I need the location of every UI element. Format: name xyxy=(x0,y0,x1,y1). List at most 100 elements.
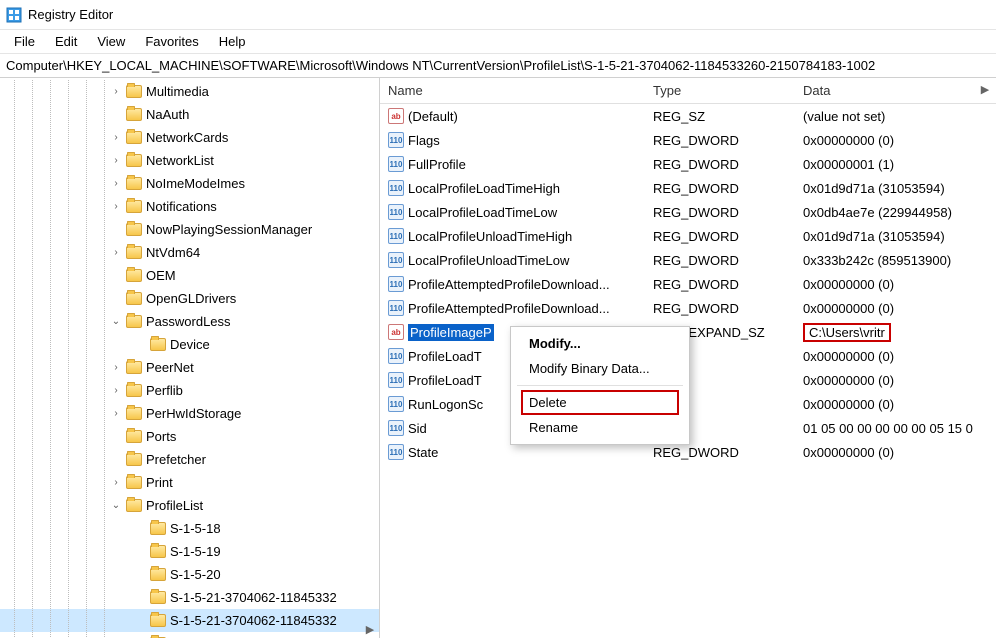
tree-item[interactable]: ·S-1-5-21-3704062-11845332 xyxy=(0,609,379,632)
values-pane[interactable]: Name Type Data ▶ ab(Default)REG_SZ(value… xyxy=(380,78,996,638)
folder-icon xyxy=(126,476,142,489)
tree-item[interactable]: ›NtVdm64 xyxy=(0,241,379,264)
folder-icon xyxy=(150,591,166,604)
tree-item[interactable]: ·NaAuth xyxy=(0,103,379,126)
tree-item[interactable]: ·OpenGLDrivers xyxy=(0,287,379,310)
chevron-right-icon[interactable]: › xyxy=(110,86,122,97)
value-type: REG_DWORD xyxy=(645,445,795,460)
binary-value-icon: 110 xyxy=(388,228,404,244)
chevron-right-icon[interactable]: › xyxy=(110,155,122,166)
tree-item[interactable]: ›Perflib xyxy=(0,379,379,402)
chevron-right-icon[interactable]: · xyxy=(134,615,146,626)
content-area: ›Multimedia·NaAuth›NetworkCards›NetworkL… xyxy=(0,78,996,638)
chevron-right-icon[interactable]: · xyxy=(110,431,122,442)
context-menu-item[interactable]: Rename xyxy=(511,415,689,440)
value-row[interactable]: 110FlagsREG_DWORD0x00000000 (0) xyxy=(380,128,996,152)
tree-item[interactable]: ⌄ProfileList xyxy=(0,494,379,517)
binary-value-icon: 110 xyxy=(388,132,404,148)
menu-help[interactable]: Help xyxy=(209,32,256,51)
value-name: ProfileAttemptedProfileDownload... xyxy=(408,277,610,292)
col-data[interactable]: Data xyxy=(795,83,996,98)
value-data: 0x01d9d71a (31053594) xyxy=(795,181,996,196)
chevron-right-icon[interactable]: · xyxy=(110,109,122,120)
tree-item[interactable]: ›Print xyxy=(0,471,379,494)
tree-item-label: S-1-5-19 xyxy=(170,544,229,559)
tree-item[interactable]: ·S-1-5-21-3704062-11845332 xyxy=(0,632,379,638)
tree-item[interactable]: ·S-1-5-20 xyxy=(0,563,379,586)
value-data: 0x333b242c (859513900) xyxy=(795,253,996,268)
folder-icon xyxy=(150,637,166,638)
value-type: REG_DWORD xyxy=(645,277,795,292)
tree-item[interactable]: ›PerHwIdStorage xyxy=(0,402,379,425)
binary-value-icon: 110 xyxy=(388,348,404,364)
value-row[interactable]: 110LocalProfileLoadTimeHighREG_DWORD0x01… xyxy=(380,176,996,200)
tree-item[interactable]: › Notifications xyxy=(0,195,379,218)
menu-file[interactable]: File xyxy=(4,32,45,51)
value-row[interactable]: 110LocalProfileUnloadTimeHighREG_DWORD0x… xyxy=(380,224,996,248)
tree-item[interactable]: ·OEM xyxy=(0,264,379,287)
col-type[interactable]: Type xyxy=(645,83,795,98)
tree-item[interactable]: ·S-1-5-18 xyxy=(0,517,379,540)
chevron-right-icon[interactable]: · xyxy=(110,224,122,235)
folder-icon xyxy=(150,522,166,535)
tree-item[interactable]: › PeerNet xyxy=(0,356,379,379)
col-name[interactable]: Name xyxy=(380,83,645,98)
tree-item[interactable]: ·S-1-5-21-3704062-11845332 xyxy=(0,586,379,609)
tree-item-label: PasswordLess xyxy=(146,314,239,329)
tree-scroll-right[interactable]: ▶ xyxy=(363,622,377,636)
tree-item-label: PeerNet xyxy=(146,360,202,375)
chevron-right-icon[interactable]: › xyxy=(110,362,122,373)
binary-value-icon: 110 xyxy=(388,156,404,172)
chevron-right-icon[interactable]: › xyxy=(110,385,122,396)
chevron-right-icon[interactable]: · xyxy=(110,270,122,281)
chevron-right-icon[interactable]: · xyxy=(134,339,146,350)
chevron-right-icon[interactable]: · xyxy=(110,293,122,304)
chevron-right-icon[interactable]: › xyxy=(110,132,122,143)
context-menu-item[interactable]: Delete xyxy=(511,390,689,415)
value-row[interactable]: ab(Default)REG_SZ(value not set) xyxy=(380,104,996,128)
tree-item[interactable]: ·Device xyxy=(0,333,379,356)
tree-item[interactable]: ·NowPlayingSessionManager xyxy=(0,218,379,241)
context-menu-item[interactable]: Modify... xyxy=(511,331,689,356)
tree-item[interactable]: ⌄ PasswordLess xyxy=(0,310,379,333)
value-data: 0x00000000 (0) xyxy=(795,277,996,292)
folder-icon xyxy=(126,85,142,98)
value-name: ProfileLoadT xyxy=(408,373,482,388)
list-header[interactable]: Name Type Data xyxy=(380,78,996,104)
chevron-right-icon[interactable]: · xyxy=(134,523,146,534)
context-menu-item[interactable]: Modify Binary Data... xyxy=(511,356,689,381)
tree-item[interactable]: ›NoImeModeImes xyxy=(0,172,379,195)
chevron-right-icon[interactable]: › xyxy=(110,178,122,189)
list-scroll-right[interactable]: ▶ xyxy=(978,82,992,96)
tree-item[interactable]: ›Multimedia xyxy=(0,80,379,103)
value-data: (value not set) xyxy=(795,109,996,124)
chevron-right-icon[interactable]: · xyxy=(110,454,122,465)
value-row[interactable]: 110ProfileAttemptedProfileDownload...REG… xyxy=(380,296,996,320)
value-row[interactable]: 110ProfileAttemptedProfileDownload...REG… xyxy=(380,272,996,296)
chevron-right-icon[interactable]: › xyxy=(110,201,122,212)
value-row[interactable]: 110LocalProfileUnloadTimeLowREG_DWORD0x3… xyxy=(380,248,996,272)
tree-item-label: Notifications xyxy=(146,199,225,214)
chevron-right-icon[interactable]: · xyxy=(134,546,146,557)
tree-pane[interactable]: ›Multimedia·NaAuth›NetworkCards›NetworkL… xyxy=(0,78,380,638)
value-row[interactable]: 110FullProfileREG_DWORD0x00000001 (1) xyxy=(380,152,996,176)
menu-view[interactable]: View xyxy=(87,32,135,51)
value-type: REG_SZ xyxy=(645,109,795,124)
tree-item[interactable]: ›NetworkList xyxy=(0,149,379,172)
value-row[interactable]: 110LocalProfileLoadTimeLowREG_DWORD0x0db… xyxy=(380,200,996,224)
tree-item[interactable]: ›NetworkCards xyxy=(0,126,379,149)
address-bar[interactable]: Computer\HKEY_LOCAL_MACHINE\SOFTWARE\Mic… xyxy=(0,54,996,78)
chevron-right-icon[interactable]: › xyxy=(110,477,122,488)
menu-edit[interactable]: Edit xyxy=(45,32,87,51)
tree-item[interactable]: ·Prefetcher xyxy=(0,448,379,471)
chevron-right-icon[interactable]: › xyxy=(110,247,122,258)
chevron-down-icon[interactable]: ⌄ xyxy=(110,500,122,511)
chevron-right-icon[interactable]: · xyxy=(134,592,146,603)
value-type: REG_DWORD xyxy=(645,301,795,316)
menu-favorites[interactable]: Favorites xyxy=(135,32,208,51)
tree-item[interactable]: · S-1-5-19 xyxy=(0,540,379,563)
chevron-down-icon[interactable]: ⌄ xyxy=(110,316,122,327)
chevron-right-icon[interactable]: · xyxy=(134,569,146,580)
tree-item[interactable]: ·Ports xyxy=(0,425,379,448)
chevron-right-icon[interactable]: › xyxy=(110,408,122,419)
